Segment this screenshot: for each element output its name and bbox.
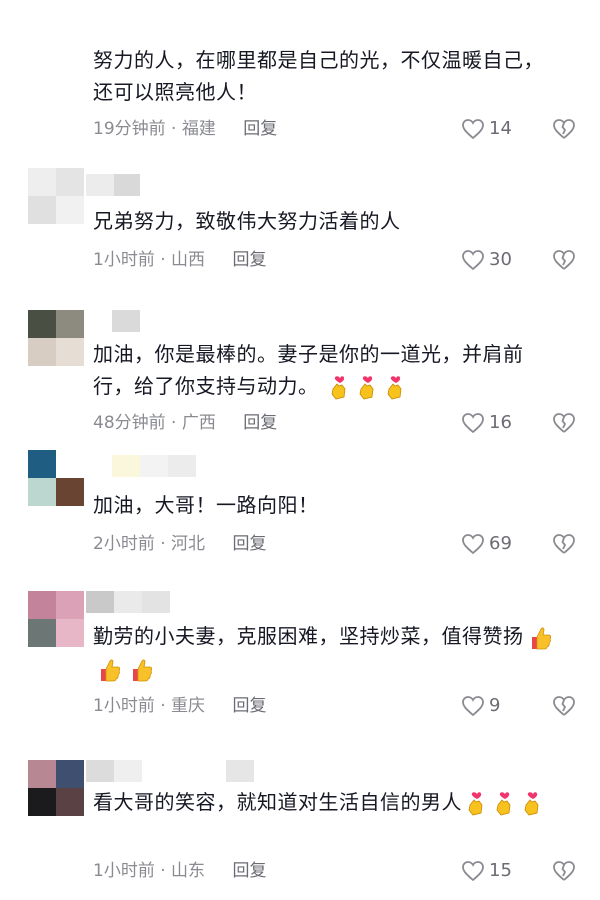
comment-text: 加油，你是最棒的。妻子是你的一道光，并肩前行，给了你支持与动力。 (93, 338, 563, 402)
avatar[interactable] (28, 450, 84, 506)
reply-button[interactable]: 回复 (232, 696, 266, 716)
reply-button[interactable]: 回复 (232, 534, 266, 554)
comment-meta: 1小时前 · 山西 回复 (93, 246, 266, 274)
hand-heart-emoji (387, 375, 402, 399)
username-blurred (86, 760, 114, 782)
meta-separator: · (154, 250, 172, 270)
meta-separator: · (165, 413, 182, 433)
broken-heart-icon[interactable] (552, 532, 576, 556)
comment-time: 48分钟前 (93, 413, 166, 433)
like-count: 16 (489, 412, 512, 433)
broken-heart-icon[interactable] (552, 859, 576, 883)
like-count: 9 (489, 695, 501, 716)
username-blurred (112, 455, 140, 477)
thumbs-up-emoji (133, 659, 153, 681)
like-button[interactable]: 30 (461, 246, 512, 274)
thumbs-up-emoji (531, 627, 551, 649)
username-blurred (114, 760, 142, 782)
heart-icon (462, 696, 484, 717)
username-blurred (114, 591, 142, 613)
comment-region: 广西 (181, 413, 216, 433)
avatar[interactable] (28, 310, 84, 366)
comment-meta: 1小时前 · 山东 回复 (93, 857, 266, 885)
like-button[interactable]: 9 (461, 692, 500, 720)
heart-icon (462, 119, 484, 140)
thumbs-up-emoji (101, 659, 121, 681)
comment-meta: 48分钟前 · 广西 回复 (93, 409, 277, 437)
reply-button[interactable]: 回复 (232, 861, 266, 881)
heart-icon (462, 534, 484, 555)
comment-time: 2小时前 (93, 534, 155, 554)
hand-heart-emoji (359, 375, 374, 399)
username-blurred (86, 174, 114, 196)
username-blurred (114, 174, 140, 196)
meta-separator: · (165, 119, 182, 139)
broken-heart-icon[interactable] (552, 248, 576, 272)
hand-heart-emoji (524, 791, 539, 815)
reply-button[interactable]: 回复 (243, 119, 277, 139)
username-blurred (112, 310, 140, 332)
comment-region: 山西 (171, 250, 206, 270)
like-button[interactable]: 16 (461, 409, 512, 437)
broken-heart-icon[interactable] (552, 694, 576, 718)
comment-region: 福建 (181, 119, 216, 139)
comment-text-body: 勤劳的小夫妻，克服困难，坚持炒菜，值得赞扬 (93, 624, 524, 648)
like-button[interactable]: 14 (461, 115, 512, 143)
heart-icon (462, 413, 484, 434)
username-blurred (86, 591, 114, 613)
comment-time: 19分钟前 (93, 119, 166, 139)
comment-text-body: 加油，你是最棒的。妻子是你的一道光，并肩前行，给了你支持与动力。 (93, 342, 524, 398)
username-blurred (142, 591, 170, 613)
reply-button[interactable]: 回复 (243, 413, 277, 433)
heart-icon (462, 250, 484, 271)
username-blurred (226, 760, 254, 782)
like-count: 15 (489, 860, 512, 881)
like-button[interactable]: 15 (461, 857, 512, 885)
avatar[interactable] (28, 591, 84, 647)
hand-heart-emoji (496, 791, 511, 815)
comment-meta: 1小时前 · 重庆 回复 (93, 692, 266, 720)
heart-icon (462, 861, 484, 882)
comment-time: 1小时前 (93, 250, 155, 270)
reply-button[interactable]: 回复 (232, 250, 266, 270)
meta-separator: · (154, 534, 172, 554)
comment-time: 1小时前 (93, 696, 155, 716)
comment-text: 兄弟努力，致敬伟大努力活着的人 (93, 209, 401, 233)
like-count: 30 (489, 249, 512, 270)
broken-heart-icon[interactable] (552, 117, 576, 141)
avatar[interactable] (28, 168, 84, 224)
comment-region: 山东 (171, 861, 206, 881)
hand-heart-emoji (331, 375, 346, 399)
comment-text: 勤劳的小夫妻，克服困难，坚持炒菜，值得赞扬 (93, 620, 563, 684)
comment-meta: 19分钟前 · 福建 回复 (93, 115, 277, 143)
hand-heart-emoji (468, 791, 483, 815)
comment-text: 加油，大哥！一路向阳！ (93, 493, 319, 517)
comment-text-body: 看大哥的笑容，就知道对生活自信的男人 (93, 790, 462, 814)
comment-text: 看大哥的笑容，就知道对生活自信的男人 (93, 786, 563, 818)
broken-heart-icon[interactable] (552, 411, 576, 435)
comment-region: 河北 (171, 534, 206, 554)
comment-meta: 2小时前 · 河北 回复 (93, 530, 266, 558)
avatar[interactable] (28, 760, 84, 816)
comment-region: 重庆 (171, 696, 206, 716)
like-button[interactable]: 69 (461, 530, 512, 558)
like-count: 69 (489, 533, 512, 554)
meta-separator: · (154, 696, 172, 716)
comment-text: 努力的人，在哪里都是自己的光，不仅温暖自己，还可以照亮他人！ (93, 48, 544, 104)
like-count: 14 (489, 118, 512, 139)
username-blurred (140, 455, 168, 477)
username-blurred (168, 455, 196, 477)
comment-time: 1小时前 (93, 861, 155, 881)
meta-separator: · (154, 861, 172, 881)
